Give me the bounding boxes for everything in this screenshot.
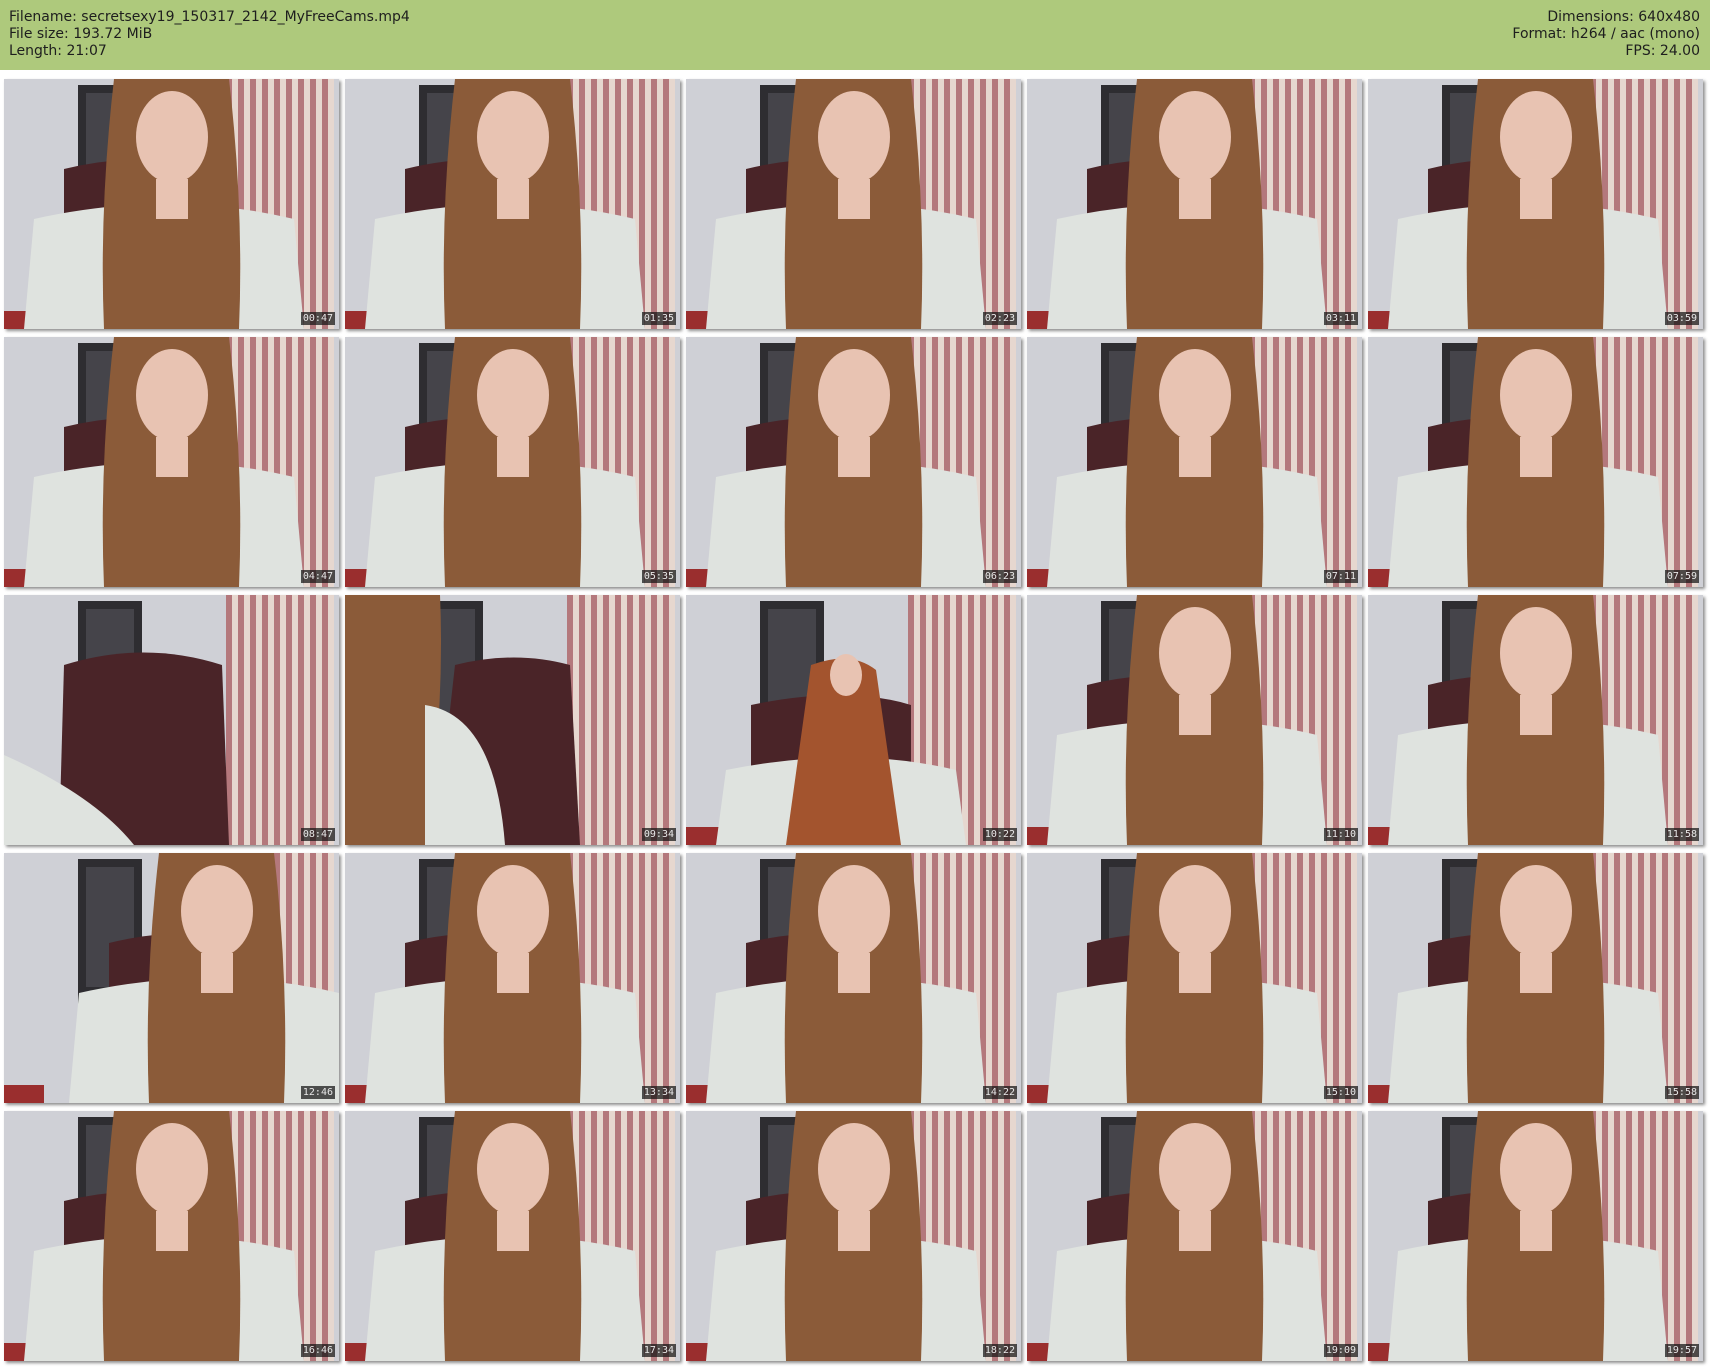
thumbnail-frame: 06:23 bbox=[686, 337, 1021, 587]
dimensions-text: Dimensions: 640x480 bbox=[1547, 9, 1700, 25]
frame-image bbox=[1368, 1111, 1703, 1361]
timestamp-label: 14:22 bbox=[982, 1086, 1017, 1099]
timestamp-label: 02:23 bbox=[982, 312, 1017, 325]
thumbnail-frame: 15:58 bbox=[1368, 853, 1703, 1103]
frame-image bbox=[686, 853, 1021, 1103]
thumbnail-frame: 11:10 bbox=[1027, 595, 1362, 845]
thumbnail-frame: 19:57 bbox=[1368, 1111, 1703, 1361]
frame-image bbox=[1368, 853, 1703, 1103]
frame-image bbox=[1027, 595, 1362, 845]
frame-image bbox=[345, 79, 680, 329]
frame-image bbox=[1027, 1111, 1362, 1361]
thumbnail-frame: 14:22 bbox=[686, 853, 1021, 1103]
thumbnail-frame: 09:34 bbox=[345, 595, 680, 845]
thumbnail-frame: 00:47 bbox=[4, 79, 339, 329]
timestamp-label: 07:11 bbox=[1323, 570, 1358, 583]
frame-image bbox=[1368, 595, 1703, 845]
frame-image bbox=[686, 337, 1021, 587]
file-info: Filename: secretsexy19_150317_2142_MyFre… bbox=[9, 9, 410, 60]
thumbnail-frame: 12:46 bbox=[4, 853, 339, 1103]
thumbnail-frame: 07:11 bbox=[1027, 337, 1362, 587]
timestamp-label: 15:10 bbox=[1323, 1086, 1358, 1099]
frame-image bbox=[1027, 79, 1362, 329]
timestamp-label: 19:57 bbox=[1664, 1344, 1699, 1357]
thumbnail-frame: 08:47 bbox=[4, 595, 339, 845]
frame-image bbox=[1368, 337, 1703, 587]
timestamp-label: 05:35 bbox=[641, 570, 676, 583]
thumbnail-frame: 16:46 bbox=[4, 1111, 339, 1361]
timestamp-label: 04:47 bbox=[300, 570, 335, 583]
thumbnail-frame: 10:22 bbox=[686, 595, 1021, 845]
frame-image bbox=[686, 79, 1021, 329]
timestamp-label: 00:47 bbox=[300, 312, 335, 325]
thumbnail-frame: 18:22 bbox=[686, 1111, 1021, 1361]
frame-image bbox=[686, 1111, 1021, 1361]
frame-image bbox=[4, 1111, 339, 1361]
frame-image bbox=[345, 595, 680, 845]
thumbnail-grid: 00:47 01:35 02:23 03:11 03:59 04:47 05:35 06:23… bbox=[4, 79, 1706, 1361]
frame-image bbox=[1368, 79, 1703, 329]
timestamp-label: 10:22 bbox=[982, 828, 1017, 841]
frame-image bbox=[4, 79, 339, 329]
fps-text: FPS: 24.00 bbox=[1625, 43, 1700, 59]
timestamp-label: 08:47 bbox=[300, 828, 335, 841]
filesize-text: File size: 193.72 MiB bbox=[9, 26, 153, 42]
thumbnail-frame: 11:58 bbox=[1368, 595, 1703, 845]
thumbnail-frame: 02:23 bbox=[686, 79, 1021, 329]
frame-image bbox=[4, 337, 339, 587]
timestamp-label: 13:34 bbox=[641, 1086, 676, 1099]
frame-image bbox=[686, 595, 1021, 845]
timestamp-label: 09:34 bbox=[641, 828, 676, 841]
frame-image bbox=[4, 853, 339, 1103]
timestamp-label: 18:22 bbox=[982, 1344, 1017, 1357]
timestamp-label: 03:11 bbox=[1323, 312, 1358, 325]
thumbnail-frame: 17:34 bbox=[345, 1111, 680, 1361]
info-header: Filename: secretsexy19_150317_2142_MyFre… bbox=[0, 0, 1710, 70]
thumbnail-frame: 03:59 bbox=[1368, 79, 1703, 329]
timestamp-label: 03:59 bbox=[1664, 312, 1699, 325]
thumbnail-frame: 19:09 bbox=[1027, 1111, 1362, 1361]
thumbnail-frame: 13:34 bbox=[345, 853, 680, 1103]
timestamp-label: 19:09 bbox=[1323, 1344, 1358, 1357]
thumbnail-frame: 01:35 bbox=[345, 79, 680, 329]
frame-image bbox=[1027, 337, 1362, 587]
timestamp-label: 07:59 bbox=[1664, 570, 1699, 583]
timestamp-label: 12:46 bbox=[300, 1086, 335, 1099]
timestamp-label: 06:23 bbox=[982, 570, 1017, 583]
timestamp-label: 17:34 bbox=[641, 1344, 676, 1357]
thumbnail-frame: 04:47 bbox=[4, 337, 339, 587]
length-text: Length: 21:07 bbox=[9, 43, 107, 59]
timestamp-label: 15:58 bbox=[1664, 1086, 1699, 1099]
filename-text: Filename: secretsexy19_150317_2142_MyFre… bbox=[9, 9, 410, 25]
timestamp-label: 16:46 bbox=[300, 1344, 335, 1357]
frame-image bbox=[345, 1111, 680, 1361]
frame-image bbox=[345, 853, 680, 1103]
timestamp-label: 11:10 bbox=[1323, 828, 1358, 841]
thumbnail-frame: 05:35 bbox=[345, 337, 680, 587]
frame-image bbox=[345, 337, 680, 587]
thumbnail-frame: 03:11 bbox=[1027, 79, 1362, 329]
frame-image bbox=[1027, 853, 1362, 1103]
frame-image bbox=[4, 595, 339, 845]
format-text: Format: h264 / aac (mono) bbox=[1512, 26, 1700, 42]
video-info: Dimensions: 640x480 Format: h264 / aac (… bbox=[1512, 9, 1700, 60]
timestamp-label: 11:58 bbox=[1664, 828, 1699, 841]
timestamp-label: 01:35 bbox=[641, 312, 676, 325]
thumbnail-frame: 07:59 bbox=[1368, 337, 1703, 587]
thumbnail-frame: 15:10 bbox=[1027, 853, 1362, 1103]
